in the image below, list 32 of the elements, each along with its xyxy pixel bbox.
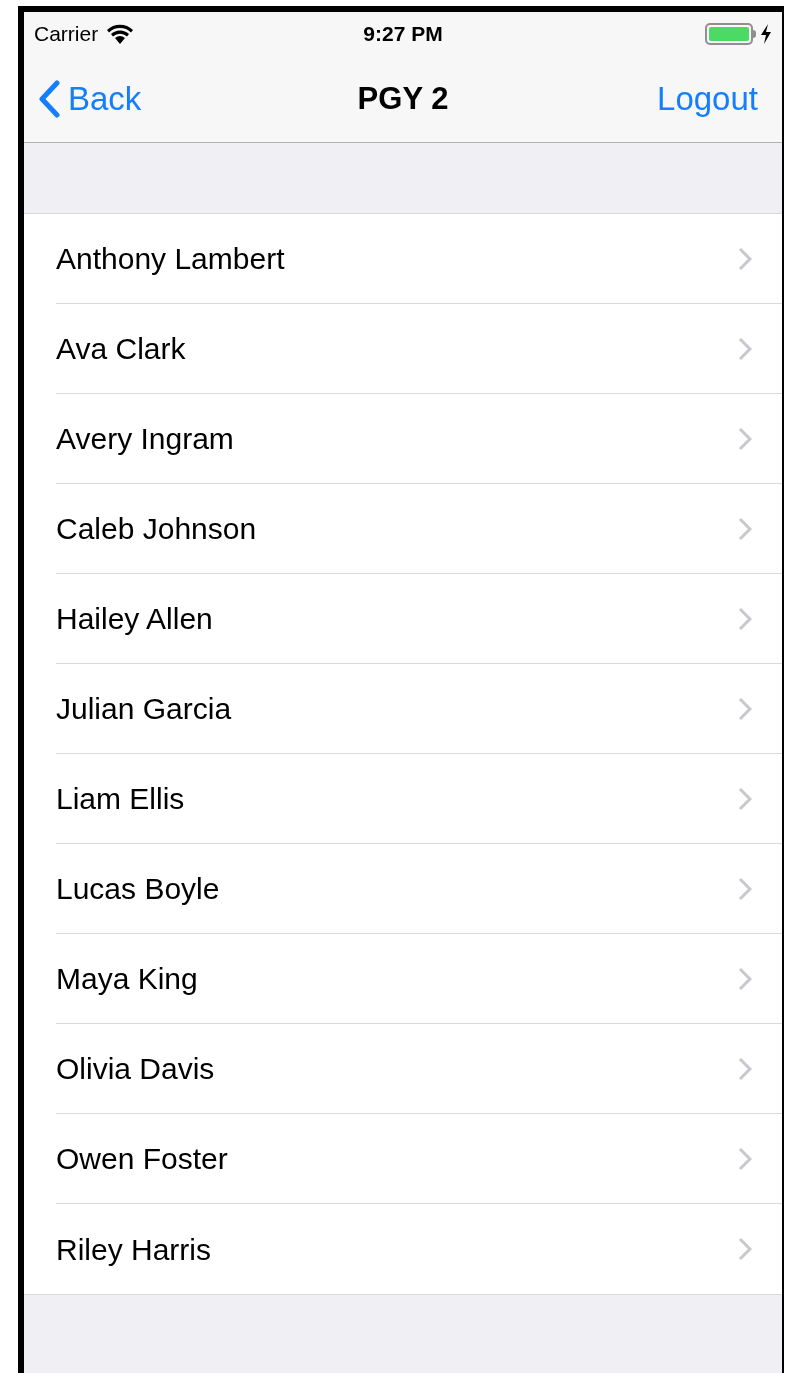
list-row[interactable]: Anthony Lambert <box>56 214 782 304</box>
chevron-right-icon <box>738 606 752 631</box>
chevron-right-icon <box>738 1146 752 1171</box>
chevron-right-icon <box>738 336 752 361</box>
list-row[interactable]: Julian Garcia <box>56 664 782 754</box>
screen-title: PGY 2 <box>357 79 449 118</box>
wifi-icon <box>106 24 135 44</box>
list-row[interactable]: Riley Harris <box>56 1204 782 1294</box>
list-row[interactable]: Hailey Allen <box>56 574 782 664</box>
carrier-label: Carrier <box>34 21 99 48</box>
chevron-right-icon <box>738 516 752 541</box>
chevron-right-icon <box>738 876 752 901</box>
back-button[interactable]: Back <box>38 74 142 124</box>
chevron-right-icon <box>738 246 752 271</box>
list-row[interactable]: Owen Foster <box>56 1114 782 1204</box>
clock: 9:27 PM <box>363 21 443 48</box>
list-row[interactable]: Ava Clark <box>56 304 782 394</box>
chevron-right-icon <box>738 1237 752 1261</box>
chevron-right-icon <box>738 1056 752 1081</box>
list-row[interactable]: Liam Ellis <box>56 754 782 844</box>
chevron-right-icon <box>738 966 752 991</box>
battery-icon <box>705 23 756 45</box>
chevron-right-icon <box>738 426 752 451</box>
list-row[interactable]: Olivia Davis <box>56 1024 782 1114</box>
list-row[interactable]: Avery Ingram <box>56 394 782 484</box>
chevron-right-icon <box>738 786 752 811</box>
list-row[interactable]: Caleb Johnson <box>56 484 782 574</box>
chevron-left-icon <box>38 80 60 118</box>
chevron-right-icon <box>738 696 752 721</box>
list-row[interactable]: Maya King <box>56 934 782 1024</box>
list-row[interactable]: Lucas Boyle <box>56 844 782 934</box>
logout-button[interactable]: Logout <box>657 74 758 124</box>
